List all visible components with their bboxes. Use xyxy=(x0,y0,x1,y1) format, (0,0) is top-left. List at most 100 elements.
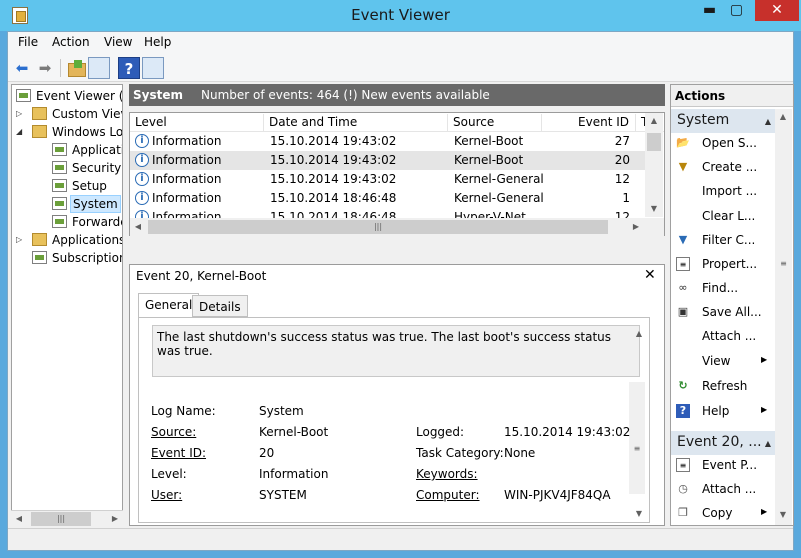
tree-item-application[interactable]: Applicati xyxy=(14,141,122,159)
event-row[interactable]: i Information 15.10.2014 18:46:48 Kernel… xyxy=(130,189,645,208)
scroll-thumb[interactable]: ≡ xyxy=(778,259,789,273)
menu-file[interactable]: File xyxy=(18,35,38,49)
action-help[interactable]: ? Help ▶ xyxy=(671,401,775,423)
action-find[interactable]: ∞ Find... xyxy=(671,278,775,300)
action-label: Save All... xyxy=(702,305,762,319)
action-import-custom-view[interactable]: Import ... xyxy=(671,181,775,203)
action-attach-task-to-log[interactable]: Attach ... xyxy=(671,326,775,348)
action-attach-task-to-event[interactable]: ◷ Attach ... xyxy=(671,479,775,501)
event-list: Level Date and Time Source Event ID T i … xyxy=(129,112,665,236)
minimize-button[interactable]: ▬ xyxy=(696,0,723,21)
tree-item-security[interactable]: Security xyxy=(14,159,122,177)
action-event-properties[interactable]: ≡ Event P... xyxy=(671,455,775,477)
column-event-id[interactable]: Event ID xyxy=(542,114,636,132)
collapse-up-icon[interactable]: ▲ xyxy=(765,117,771,126)
scroll-down-icon[interactable]: ▼ xyxy=(775,507,791,523)
tree-label: Applicati xyxy=(72,143,122,157)
event-source: Kernel-Boot xyxy=(454,153,524,167)
menu-action[interactable]: Action xyxy=(52,35,90,49)
action-clear-log[interactable]: Clear L... xyxy=(671,206,775,228)
action-copy[interactable]: ❐ Copy ▶ xyxy=(671,503,775,525)
event-date: 15.10.2014 18:46:48 xyxy=(270,210,397,218)
action-create-custom-view[interactable]: ▼ Create ... xyxy=(671,157,775,179)
submenu-arrow-icon: ▶ xyxy=(761,405,768,414)
expand-arrow-icon[interactable]: ▷ xyxy=(16,105,26,123)
column-date[interactable]: Date and Time xyxy=(264,114,448,132)
column-level[interactable]: Level xyxy=(130,114,264,132)
scroll-left-icon[interactable]: ◀ xyxy=(130,219,146,235)
tab-general[interactable]: General xyxy=(138,293,200,317)
action-refresh[interactable]: ↻ Refresh xyxy=(671,376,775,398)
tree-label: Forwarde xyxy=(72,215,122,229)
action-filter-current-log[interactable]: ▼ Filter C... xyxy=(671,230,775,252)
tree-item-setup[interactable]: Setup xyxy=(14,177,122,195)
section-event[interactable]: Event 20, ... ▲ xyxy=(671,431,775,455)
collapse-up-icon[interactable]: ▲ xyxy=(765,439,771,448)
event-id: 12 xyxy=(614,210,630,218)
up-folder-icon[interactable] xyxy=(65,57,87,79)
tree-item-forwarded[interactable]: Forwarde xyxy=(14,213,122,231)
back-arrow-icon[interactable]: ⬅ xyxy=(11,57,33,79)
action-label: Attach ... xyxy=(702,329,757,343)
tree-item-subscriptions[interactable]: Subscription xyxy=(14,249,122,267)
menu-view[interactable]: View xyxy=(104,35,132,49)
close-button[interactable]: ✕ xyxy=(755,0,799,21)
event-list-horizontal-scrollbar[interactable]: ◀ ||| ▶ xyxy=(130,218,664,236)
column-source[interactable]: Source xyxy=(448,114,542,132)
event-level: Information xyxy=(152,134,222,148)
event-row[interactable]: i Information 15.10.2014 18:46:48 Hyper-… xyxy=(130,208,645,218)
scroll-thumb[interactable]: ≡ xyxy=(632,442,642,456)
expand-arrow-icon[interactable]: ▷ xyxy=(16,231,26,249)
toolbar: ⬅ ➡ ? xyxy=(8,54,793,82)
action-label: Open S... xyxy=(702,136,757,150)
action-open-saved-log[interactable]: 📂 Open S... xyxy=(671,133,775,155)
event-id: 1 xyxy=(622,191,630,205)
tree-item-root[interactable]: Event Viewer (Lo xyxy=(14,87,122,105)
scroll-thumb[interactable]: ||| xyxy=(31,512,91,526)
tree-item-custom-views[interactable]: ▷ Custom Viev xyxy=(14,105,122,123)
tab-details[interactable]: Details xyxy=(192,295,248,317)
tree-item-system[interactable]: System xyxy=(14,195,122,213)
scroll-right-icon[interactable]: ▶ xyxy=(107,511,123,527)
show-hide-console-tree-icon[interactable] xyxy=(88,57,110,79)
event-row-selected[interactable]: i Information 15.10.2014 19:43:02 Kernel… xyxy=(130,151,645,170)
scroll-left-icon[interactable]: ◀ xyxy=(11,511,27,527)
scroll-down-icon[interactable]: ▼ xyxy=(646,201,662,217)
scroll-thumb[interactable] xyxy=(647,133,661,151)
actions-vertical-scrollbar[interactable]: ▲ ≡ ▼ xyxy=(775,109,792,525)
event-list-vertical-scrollbar[interactable]: ▲ ▼ xyxy=(645,113,663,217)
action-properties[interactable]: ≡ Propert... xyxy=(671,254,775,276)
collapse-arrow-icon[interactable]: ◢ xyxy=(16,123,26,141)
scroll-right-icon[interactable]: ▶ xyxy=(628,219,644,235)
maximize-button[interactable]: ▢ xyxy=(723,0,750,21)
action-save-all-events[interactable]: ▣ Save All... xyxy=(671,302,775,324)
section-system[interactable]: System ▲ xyxy=(671,109,775,133)
details-vertical-scrollbar[interactable]: ≡ xyxy=(629,382,645,494)
show-hide-action-pane-icon[interactable] xyxy=(142,57,164,79)
event-row[interactable]: i Information 15.10.2014 19:43:02 Kernel… xyxy=(130,170,645,189)
folder-icon xyxy=(32,233,47,246)
event-source: Kernel-Boot xyxy=(454,134,524,148)
scroll-thumb[interactable]: ||| xyxy=(148,220,608,234)
tree-label: Setup xyxy=(72,179,107,193)
event-level: Information xyxy=(152,210,222,218)
scroll-up-icon[interactable]: ▲ xyxy=(775,109,791,125)
scroll-up-icon[interactable]: ▲ xyxy=(631,326,647,342)
information-icon: i xyxy=(135,172,149,186)
action-view[interactable]: View ▶ xyxy=(671,351,775,373)
scroll-up-icon[interactable]: ▲ xyxy=(646,113,662,129)
menu-help[interactable]: Help xyxy=(144,35,171,49)
forward-arrow-icon[interactable]: ➡ xyxy=(34,57,56,79)
value-source: Kernel-Boot xyxy=(259,425,329,439)
scroll-down-icon[interactable]: ▼ xyxy=(631,506,647,522)
information-icon: i xyxy=(135,210,149,218)
close-details-icon[interactable]: ✕ xyxy=(644,267,656,283)
tree-item-apps-services[interactable]: ▷ Applications xyxy=(14,231,122,249)
tree-horizontal-scrollbar[interactable]: ◀ ||| ▶ xyxy=(11,510,123,526)
help-icon: ? xyxy=(676,404,690,418)
help-icon[interactable]: ? xyxy=(118,57,140,79)
tree-item-windows-logs[interactable]: ◢ Windows Lo xyxy=(14,123,122,141)
event-row[interactable]: i Information 15.10.2014 19:43:02 Kernel… xyxy=(130,132,645,151)
label-keywords: Keywords: xyxy=(416,467,478,481)
properties-icon: ≡ xyxy=(676,257,690,271)
